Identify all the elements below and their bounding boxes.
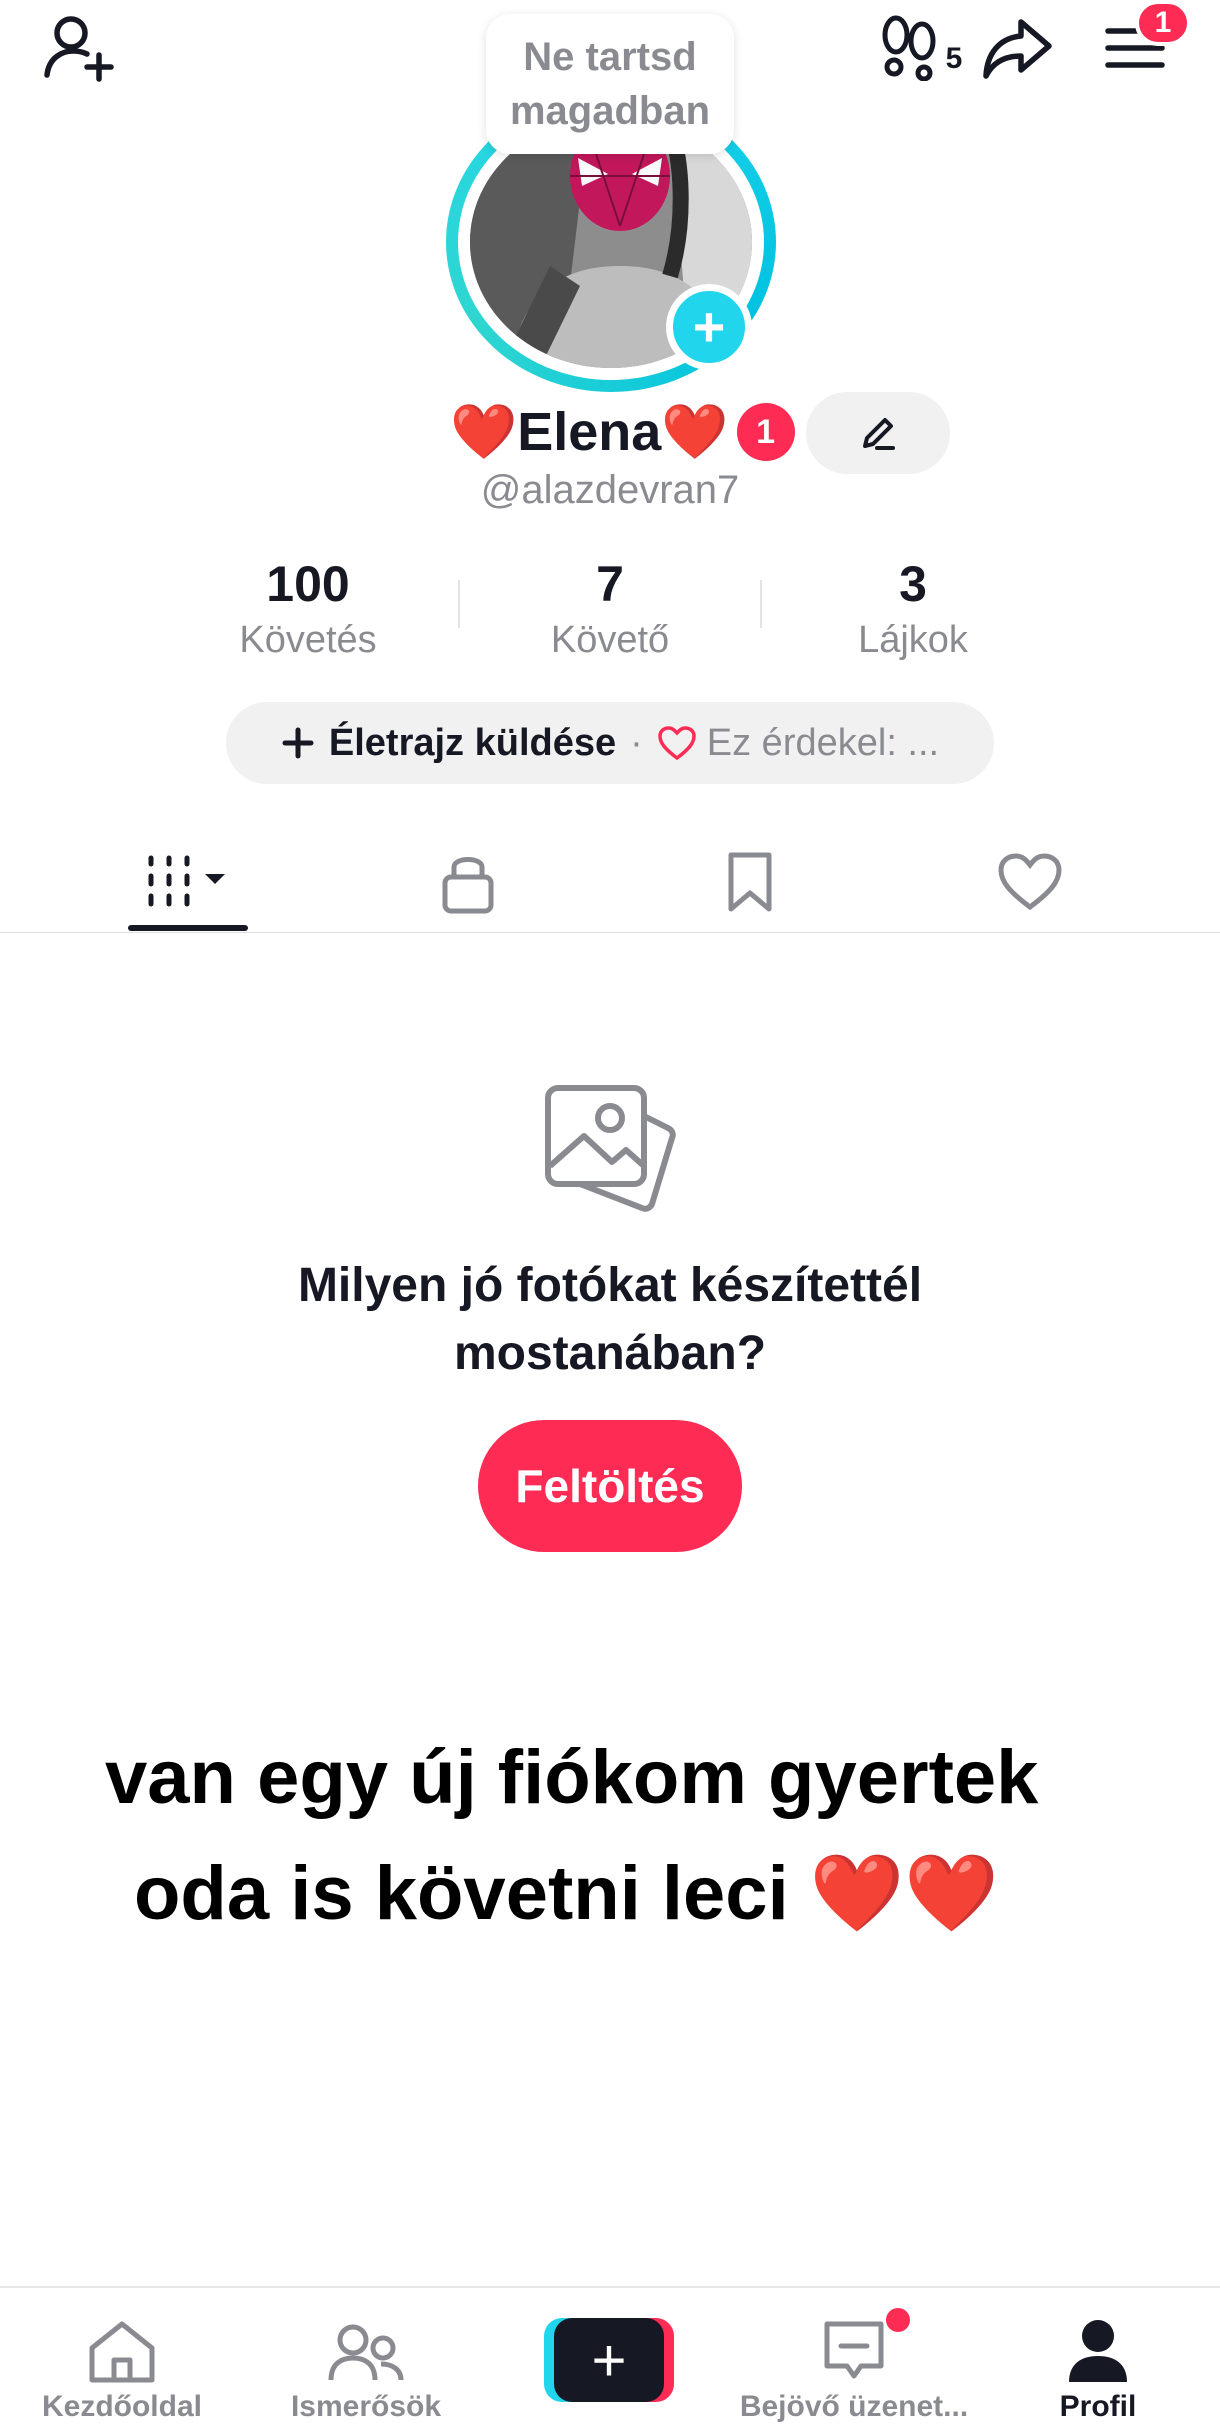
active-tab-indicator (128, 925, 248, 931)
empty-state-title: Milyen jó fotókat készítettél mostanában… (297, 1259, 923, 1380)
tab-liked[interactable] (970, 830, 1090, 934)
lock-icon (442, 857, 494, 914)
tab-videos[interactable] (128, 830, 248, 934)
home-icon (89, 2321, 155, 2383)
nav-profile[interactable]: Profil (976, 2288, 1220, 2436)
inbox-notification-dot (886, 2308, 910, 2332)
nav-profile-label: Profil (1059, 2390, 1137, 2423)
display-name-row: ❤️Elena❤️ 1 (450, 392, 795, 472)
overlay-caption-line: van egy új fiókom gyertek (105, 1735, 1039, 1820)
profile-views-count: 5 (945, 42, 963, 75)
nav-inbox-label: Bejövő üzenet... (739, 2390, 969, 2423)
stat-following[interactable]: 100 Követés (178, 552, 438, 664)
stat-divider (760, 580, 762, 628)
heart-icon (998, 853, 1062, 911)
profile-views-icon[interactable]: 5 (860, 8, 980, 88)
photos-icon (540, 1080, 680, 1220)
edit-profile-button[interactable] (806, 392, 950, 474)
nav-inbox[interactable]: Bejövő üzenet... (732, 2288, 976, 2436)
overlay-caption-line: oda is követni leci ❤️❤️ (134, 1851, 1000, 1936)
nav-friends[interactable]: Ismerősök (244, 2288, 488, 2436)
add-friend-icon[interactable] (40, 8, 120, 88)
create-button[interactable]: + (544, 2318, 674, 2402)
note-bubble[interactable]: Ne tartsd magadban (486, 14, 734, 154)
videos-grid-icon (148, 855, 225, 907)
tab-divider (0, 932, 1220, 933)
bookmark-icon (728, 852, 772, 912)
profile-icon (1069, 2320, 1127, 2382)
menu-notification-badge: 1 (1135, 0, 1191, 46)
upload-button[interactable]: Feltöltés (478, 1420, 742, 1552)
add-story-button[interactable]: + (666, 284, 752, 370)
tab-saved[interactable] (690, 830, 810, 934)
stat-value: 7 (596, 556, 624, 612)
stat-label: Követő (550, 619, 670, 661)
username: @alazdevran7 (480, 468, 740, 512)
name-notification-badge: 1 (736, 403, 795, 461)
friends-icon (328, 2324, 404, 2381)
pencil-icon (863, 418, 895, 450)
stat-divider (458, 580, 460, 628)
display-name: ❤️Elena❤️ (450, 401, 729, 462)
share-icon[interactable] (975, 8, 1061, 88)
nav-home[interactable]: Kezdőoldal (0, 2288, 244, 2436)
tab-private[interactable] (408, 830, 528, 934)
inbox-icon (824, 2321, 884, 2379)
stat-label: Követés (239, 619, 377, 661)
add-bio-label: Életrajz küldése (328, 721, 617, 764)
stat-label: Lájkok (858, 619, 968, 661)
stat-likes[interactable]: 3 Lájkok (783, 552, 1043, 664)
stat-value: 100 (266, 556, 350, 612)
create-plus-icon: + (554, 2318, 664, 2402)
heart-outline-icon (658, 726, 696, 761)
overlay-caption: van egy új fiókom gyertek oda is követni… (60, 1720, 1160, 1952)
plus-icon (282, 727, 314, 759)
add-bio-button[interactable]: Életrajz küldése (281, 722, 616, 765)
stat-followers[interactable]: 7 Követő (480, 552, 740, 664)
interests-label: Ez érdekel: ... (706, 721, 940, 764)
bio-separator: · (630, 721, 643, 764)
stat-value: 3 (899, 556, 927, 612)
note-bubble-text: Ne tartsd magadban (509, 35, 711, 133)
nav-friends-label: Ismerősök (290, 2390, 442, 2423)
nav-home-label: Kezdőoldal (41, 2390, 202, 2423)
bottom-navigation: Kezdőoldal Ismerősök + Bejövő üzenet... (0, 2288, 1220, 2436)
interests-button[interactable]: Ez érdekel: ... (657, 722, 939, 765)
bio-pill[interactable]: Életrajz küldése · Ez érdekel: ... (226, 702, 994, 784)
